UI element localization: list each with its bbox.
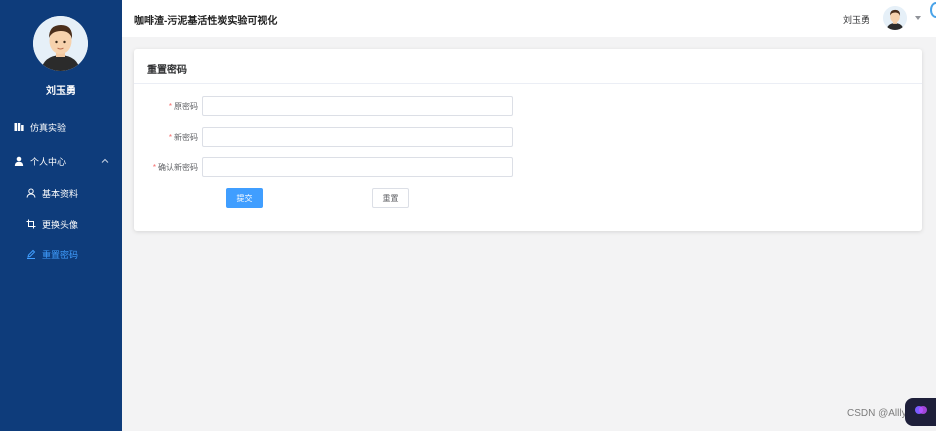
field-label: * 原密码: [168, 102, 198, 111]
form-row-confirm-password: * 确认新密码: [134, 157, 922, 177]
sidebar-item-change-avatar[interactable]: 更换头像: [0, 214, 122, 234]
required-mark: *: [152, 163, 156, 172]
floating-widget-icon[interactable]: [930, 2, 936, 18]
field-label: * 新密码: [168, 133, 198, 142]
edit-icon: [26, 249, 36, 259]
chevron-up-icon: [100, 156, 110, 166]
reset-password-card: 重置密码 * 原密码 * 新密码 * 确认新密码 提交 重置: [134, 49, 922, 231]
sidebar-item-label: 重置密码: [42, 249, 79, 260]
header-avatar[interactable]: [883, 6, 907, 30]
watermark: CSDN @Alllyn: [847, 408, 913, 419]
required-mark: *: [168, 133, 172, 142]
sidebar-item-simulation[interactable]: 仿真实验: [0, 117, 122, 137]
caret-down-icon[interactable]: [915, 16, 921, 20]
sidebar-item-basic-info[interactable]: 基本资料: [0, 183, 122, 203]
new-password-input[interactable]: [202, 127, 513, 147]
top-header: 咖啡渣-污泥基活性炭实验可视化 刘玉勇: [122, 0, 936, 37]
required-mark: *: [168, 102, 172, 111]
header-username[interactable]: 刘玉勇: [843, 13, 870, 26]
assistant-icon: [914, 403, 928, 421]
form-row-new-password: * 新密码: [134, 127, 922, 147]
floating-assistant-button[interactable]: [905, 398, 936, 426]
sidebar-item-label: 更换头像: [42, 219, 79, 230]
avatar-illustration: [883, 6, 907, 30]
app-title: 咖啡渣-污泥基活性炭实验可视化: [134, 16, 278, 27]
avatar-illustration: [33, 16, 88, 71]
submit-button[interactable]: 提交: [226, 188, 263, 208]
crop-icon: [26, 219, 36, 229]
sidebar-item-personal-center[interactable]: 个人中心: [0, 151, 122, 171]
user-icon: [14, 156, 24, 166]
sidebar-item-reset-password[interactable]: 重置密码: [0, 244, 122, 264]
field-label: * 确认新密码: [152, 163, 198, 172]
old-password-input[interactable]: [202, 96, 513, 116]
sidebar-item-label: 基本资料: [42, 188, 79, 199]
avatar: [33, 16, 88, 71]
sidebar-item-label: 个人中心: [30, 156, 67, 167]
confirm-password-input[interactable]: [202, 157, 513, 177]
sidebar: 刘玉勇 仿真实验 个人中心 基本资料 更换头像 重置密码: [0, 0, 122, 431]
sidebar-item-label: 仿真实验: [30, 122, 67, 133]
chart-icon: [14, 122, 24, 132]
form-row-old-password: * 原密码: [134, 96, 922, 116]
reset-button[interactable]: 重置: [372, 188, 409, 208]
sidebar-username: 刘玉勇: [46, 86, 76, 97]
user-outline-icon: [26, 188, 36, 198]
card-title: 重置密码: [134, 49, 922, 84]
